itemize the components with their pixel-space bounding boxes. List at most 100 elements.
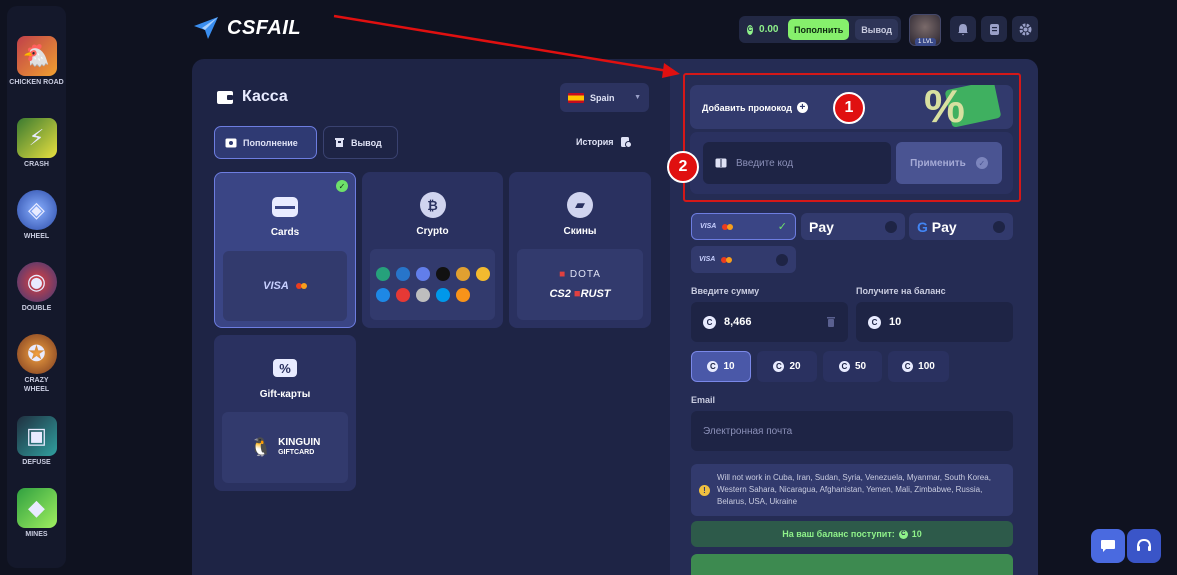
sidebar-item-crazy-wheel[interactable]: ✪ CRAZY WHEEL <box>7 334 66 394</box>
visa-logo: VISA <box>699 256 733 263</box>
settings-button[interactable] <box>1012 16 1038 42</box>
op-icon <box>395 288 410 302</box>
sidebar-item-chicken-road[interactable]: 🐔 CHICKEN ROAD <box>7 36 66 87</box>
info-icon: ! <box>699 484 710 496</box>
preset-100[interactable]: C 100 <box>888 351 949 382</box>
check-icon: ✓ <box>336 180 348 192</box>
amount-field[interactable]: C 8,466 <box>691 302 848 342</box>
cash-icon <box>225 138 237 147</box>
ton-icon <box>435 288 450 302</box>
double-icon: ◉ <box>16 262 57 302</box>
coin-icon: C <box>747 24 754 35</box>
amount-label: Введите сумму <box>691 286 760 296</box>
litecoin-icon <box>415 288 430 302</box>
rust-icon: ■ <box>573 288 581 300</box>
gear-icon <box>1019 23 1031 35</box>
pay-option-visa[interactable]: VISA ✓ <box>691 213 796 240</box>
preset-50[interactable]: C 50 <box>823 351 882 382</box>
balance-box: C 0.00 Пополнить Вывод <box>739 16 901 43</box>
preset-20[interactable]: C 20 <box>757 351 817 382</box>
crazy-wheel-icon: ✪ <box>16 334 57 374</box>
support-button[interactable] <box>1127 529 1161 563</box>
kinguin-logo: 🐧 KINGUIN GIFTCARD <box>222 412 348 483</box>
coin-icon: C <box>707 361 719 372</box>
site-logo[interactable]: CSFAIL <box>193 16 301 40</box>
email-field[interactable] <box>691 411 1013 451</box>
pay-option-google-pay[interactable]: G Pay <box>909 213 1013 240</box>
coin-icon: C <box>902 361 914 372</box>
visa-logo: VISA <box>700 223 734 230</box>
pay-option-apple-pay[interactable]: Pay <box>801 213 905 240</box>
dota-icon: ■ <box>559 269 567 280</box>
bitcoin-coin-icon <box>455 288 470 302</box>
solana-icon <box>435 267 450 281</box>
tether-icon <box>375 267 390 281</box>
method-card-cards[interactable]: ✓ Cards VISA <box>214 172 356 328</box>
sidebar-item-defuse[interactable]: ▣ DEFUSE <box>7 416 66 467</box>
ticket-icon: % <box>273 359 297 377</box>
preset-10[interactable]: C 10 <box>691 351 751 382</box>
wallet-icon <box>217 91 233 104</box>
pay-option-visa-2[interactable]: VISA <box>691 246 796 273</box>
documents-button[interactable] <box>981 16 1007 42</box>
method-card-gift-cards[interactable]: % Gift-карты 🐧 KINGUIN GIFTCARD <box>214 335 356 491</box>
skins-games-strip: ■ DOTA CS2 ■RUST <box>517 249 643 320</box>
annotation-badge-1: 1 <box>833 92 865 124</box>
history-icon <box>620 137 632 148</box>
method-card-crypto[interactable]: ₿ Crypto <box>362 172 503 328</box>
document-icon <box>989 23 999 35</box>
sidebar-item-double[interactable]: ◉ DOUBLE <box>7 262 66 313</box>
topup-button[interactable]: Пополнить <box>787 19 850 40</box>
logo-icon <box>194 17 218 39</box>
chicken-icon: 🐔 <box>16 36 57 76</box>
visa-logo: VISA <box>263 280 307 292</box>
radio-icon <box>993 220 1005 233</box>
withdraw-button[interactable]: Вывод <box>855 19 898 40</box>
chat-button[interactable] <box>1091 529 1125 563</box>
ethereum-icon <box>415 267 430 281</box>
lightning-icon: ⚡ <box>16 118 57 158</box>
amount-value: 8,466 <box>724 316 752 328</box>
email-input[interactable] <box>703 425 1001 437</box>
notifications-button[interactable] <box>950 16 976 42</box>
coin-icon: C <box>898 529 908 539</box>
spain-flag-icon <box>568 92 584 103</box>
bnb-icon <box>475 267 490 281</box>
receive-label: Получите на баланс <box>856 286 946 296</box>
penguin-icon: 🐧 <box>249 437 273 457</box>
crypto-coins-grid <box>370 249 495 320</box>
trash-icon[interactable] <box>826 316 836 328</box>
history-link[interactable]: История <box>576 136 632 148</box>
bitcoin-icon: ₿ <box>419 192 446 218</box>
wheel-icon: ◈ <box>16 190 57 230</box>
method-card-skins[interactable]: ▰ Скины ■ DOTA CS2 ■RUST <box>509 172 651 328</box>
headset-icon <box>1137 539 1151 551</box>
tab-withdraw[interactable]: Вывод <box>323 126 398 159</box>
game-sidebar: 🐔 CHICKEN ROAD ⚡ CRASH ◈ WHEEL ◉ DOUBLE … <box>7 6 66 568</box>
sidebar-item-mines[interactable]: ◆ MINES <box>7 488 66 539</box>
level-badge: 1 LVL <box>915 38 937 46</box>
coin-icon: C <box>773 361 785 372</box>
sidebar-item-crash[interactable]: ⚡ CRASH <box>7 118 66 169</box>
cards-brand-strip: VISA <box>223 251 347 321</box>
submit-deposit-button[interactable] <box>691 554 1013 575</box>
chevron-down-icon: ▼ <box>634 94 641 101</box>
radio-icon <box>885 220 897 233</box>
receive-value: 10 <box>889 316 902 328</box>
tab-deposit[interactable]: Пополнение <box>214 126 317 159</box>
bell-icon <box>958 23 968 35</box>
check-icon: ✓ <box>777 221 787 233</box>
country-restriction-notice: ! Will not work in Cuba, Iran, Sudan, Sy… <box>691 464 1013 516</box>
gem-icon: ◆ <box>16 488 57 528</box>
coin-icon: C <box>838 361 850 372</box>
tron-icon <box>375 288 390 302</box>
receive-field[interactable]: C 10 <box>856 302 1013 342</box>
country-select[interactable]: Spain ▼ <box>560 83 649 112</box>
shiba-icon <box>455 267 470 281</box>
balance-value: 0.00 <box>759 24 779 35</box>
card-icon <box>272 197 298 217</box>
gun-icon: ▰ <box>567 192 593 218</box>
sidebar-item-wheel[interactable]: ◈ WHEEL <box>7 190 66 241</box>
coin-icon: C <box>703 315 716 329</box>
radio-icon <box>776 253 788 266</box>
